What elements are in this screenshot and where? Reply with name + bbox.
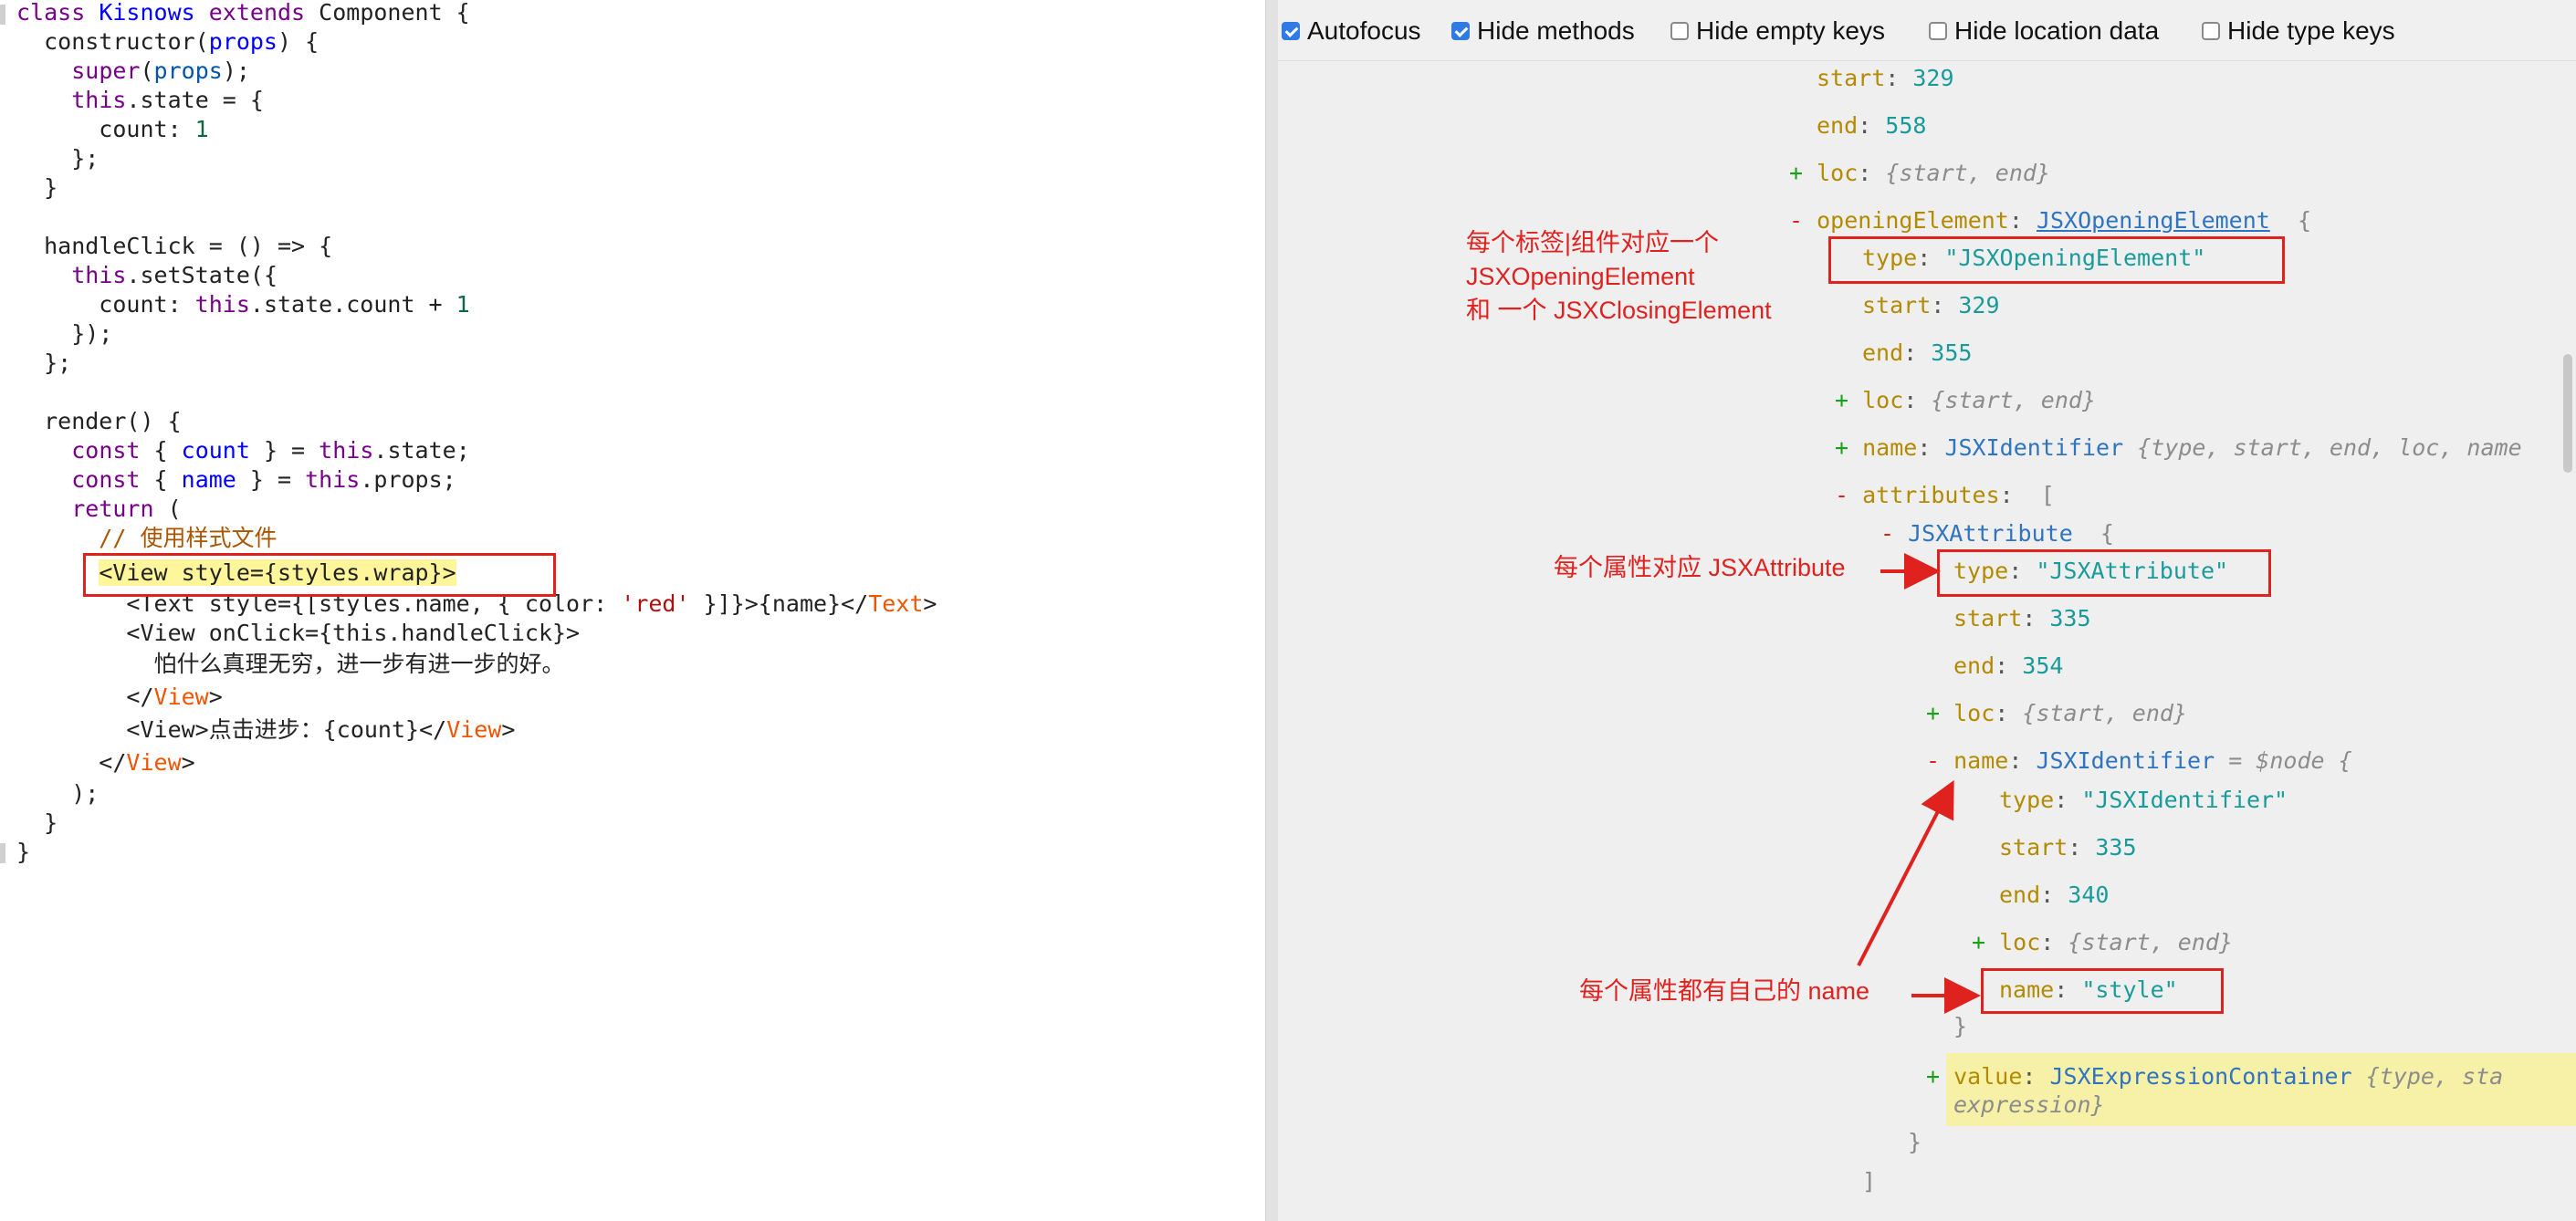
code-line: <View>点击进步：{count}</View> [16, 716, 516, 743]
code-line: } [16, 809, 58, 836]
fold-marker[interactable] [0, 5, 5, 25]
ast-explorer-panel[interactable]: Autofocus Hide methods Hide empty keys H… [1278, 0, 2576, 1221]
code-line: </View> [16, 749, 195, 776]
fold-marker[interactable] [0, 843, 5, 863]
code-line: ); [16, 780, 99, 807]
code-line: this.state = { [71, 87, 264, 113]
code-line: count: 1 [16, 116, 209, 142]
annotation-box-view-tag [83, 553, 556, 597]
code-line: <View onClick={this.handleClick}> [16, 620, 581, 646]
code-line: render() { [16, 408, 182, 434]
code-line: const { name } = this.props; [71, 466, 456, 493]
code-line: constructor(props) { [16, 28, 319, 55]
code-line: } [16, 839, 31, 865]
code-editor[interactable]: class Kisnows extends Component { constr… [0, 0, 1265, 1221]
code-line: }; [16, 145, 99, 172]
code-line: }); [16, 320, 113, 347]
code-line: return ( [71, 496, 182, 522]
code-line: 怕什么真理无穷，进一步有进一步的好。 [16, 651, 565, 677]
code-line: count: this.state.count + 1 [16, 291, 470, 318]
code-line: const { count } = this.state; [71, 437, 470, 464]
arrow-to-name-node [1857, 779, 1954, 966]
code-line: } [16, 174, 58, 201]
code-line: </View> [16, 684, 223, 710]
code-line: }; [16, 350, 72, 376]
code-comment: // 使用样式文件 [16, 525, 277, 551]
code-line: handleClick = () => { [16, 233, 333, 259]
annotation-arrows [1857, 553, 1981, 1014]
code-line: super(props); [71, 57, 250, 84]
code-line: class Kisnows extends Component { [16, 0, 470, 26]
code-line: this.setState({ [71, 262, 278, 288]
